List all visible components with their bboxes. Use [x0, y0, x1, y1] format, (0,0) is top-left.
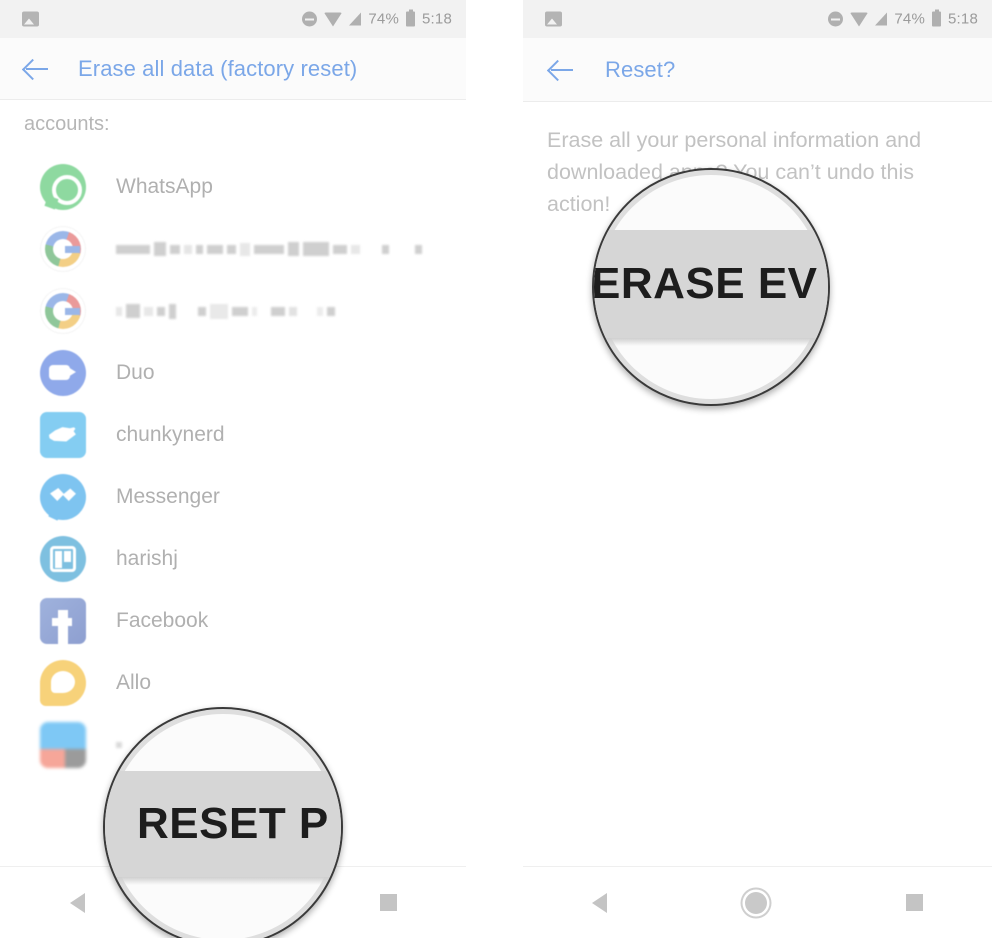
- nav-recents-icon[interactable]: [379, 894, 397, 911]
- list-item: Duo: [0, 342, 466, 404]
- account-name: chunkynerd: [116, 423, 225, 446]
- account-name: Facebook: [116, 609, 209, 632]
- magnifier-loupe-erase: ERASE EV: [592, 168, 830, 406]
- blurred-app-icon: [40, 722, 86, 768]
- status-bar-left-icons: [22, 11, 39, 27]
- account-name: Allo: [116, 671, 152, 694]
- list-item: chunkynerd: [0, 404, 466, 466]
- messenger-icon: [40, 474, 86, 520]
- wifi-icon: [324, 12, 343, 26]
- account-name: WhatsApp: [116, 175, 213, 198]
- do-not-disturb-icon: [302, 11, 318, 27]
- app-bar-right: Reset?: [523, 38, 992, 102]
- clock-label: 5:18: [948, 10, 978, 28]
- list-item: Allo: [0, 652, 466, 714]
- back-arrow-icon[interactable]: [549, 57, 575, 83]
- google-icon: [40, 288, 86, 334]
- nav-back-icon[interactable]: [592, 892, 608, 913]
- back-arrow-icon[interactable]: [24, 56, 50, 82]
- twitter-icon: [40, 412, 86, 458]
- magnified-button-shadow: [105, 877, 341, 885]
- page-title: Erase all data (factory reset): [78, 55, 358, 81]
- clock-label: 5:18: [422, 10, 452, 28]
- nav-back-icon[interactable]: [69, 892, 85, 913]
- accounts-list: WhatsApp Duo chunkynerd Messenger harish…: [0, 156, 466, 776]
- do-not-disturb-icon: [828, 11, 844, 27]
- redacted-account-name: [116, 242, 422, 256]
- battery-icon: [406, 9, 415, 27]
- screenshot-stage: 74% 5:18 Erase all data (factory reset) …: [0, 0, 992, 938]
- allo-icon: [40, 660, 86, 706]
- magnified-button-surface: ERASE EV: [594, 230, 828, 338]
- photo-icon: [545, 11, 562, 27]
- battery-percent-label: 74%: [894, 10, 925, 28]
- account-name: harishj: [116, 547, 178, 570]
- duo-icon: [40, 350, 86, 396]
- magnifier-loupe-reset: RESET P: [103, 707, 343, 938]
- cell-signal-icon: [875, 12, 888, 26]
- list-item: [0, 280, 466, 342]
- list-item: [0, 218, 466, 280]
- list-item: Messenger: [0, 466, 466, 528]
- facebook-icon: [40, 598, 86, 644]
- page-title: Reset?: [605, 56, 676, 82]
- status-bar-left-icons: [545, 11, 562, 27]
- wifi-icon: [850, 12, 869, 26]
- redacted-account-name: [116, 303, 335, 319]
- list-item: Facebook: [0, 590, 466, 652]
- account-name: Messenger: [116, 485, 220, 508]
- photo-icon: [22, 11, 39, 27]
- list-item: WhatsApp: [0, 156, 466, 218]
- cell-signal-icon: [349, 12, 362, 26]
- list-item: harishj: [0, 528, 466, 590]
- app-bar-left: Erase all data (factory reset): [0, 38, 466, 100]
- accounts-label: accounts:: [24, 113, 110, 135]
- navigation-bar-right: [523, 866, 992, 938]
- account-name: Duo: [116, 361, 155, 384]
- google-icon: [40, 226, 86, 272]
- status-bar-right: 74% 5:18: [523, 0, 992, 38]
- status-bar-left: 74% 5:18: [0, 0, 466, 38]
- nav-recents-icon[interactable]: [905, 894, 923, 911]
- magnified-button-label: ERASE EV: [592, 259, 818, 308]
- nav-home-icon[interactable]: [745, 891, 768, 914]
- battery-percent-label: 74%: [368, 10, 399, 28]
- status-bar-right-icons: 74% 5:18: [828, 9, 978, 28]
- phone-screen-left: 74% 5:18 Erase all data (factory reset) …: [0, 0, 466, 938]
- whatsapp-icon: [40, 164, 86, 210]
- magnified-button-shadow: [594, 338, 828, 346]
- battery-icon: [932, 9, 941, 27]
- trello-icon: [40, 536, 86, 582]
- redacted-account-name: [116, 742, 122, 748]
- status-bar-right-icons: 74% 5:18: [302, 9, 452, 28]
- magnified-button-surface: RESET P: [105, 771, 341, 877]
- magnified-button-label: RESET P: [137, 799, 329, 848]
- phone-screen-right: 74% 5:18 Reset? Erase all your personal …: [523, 0, 992, 938]
